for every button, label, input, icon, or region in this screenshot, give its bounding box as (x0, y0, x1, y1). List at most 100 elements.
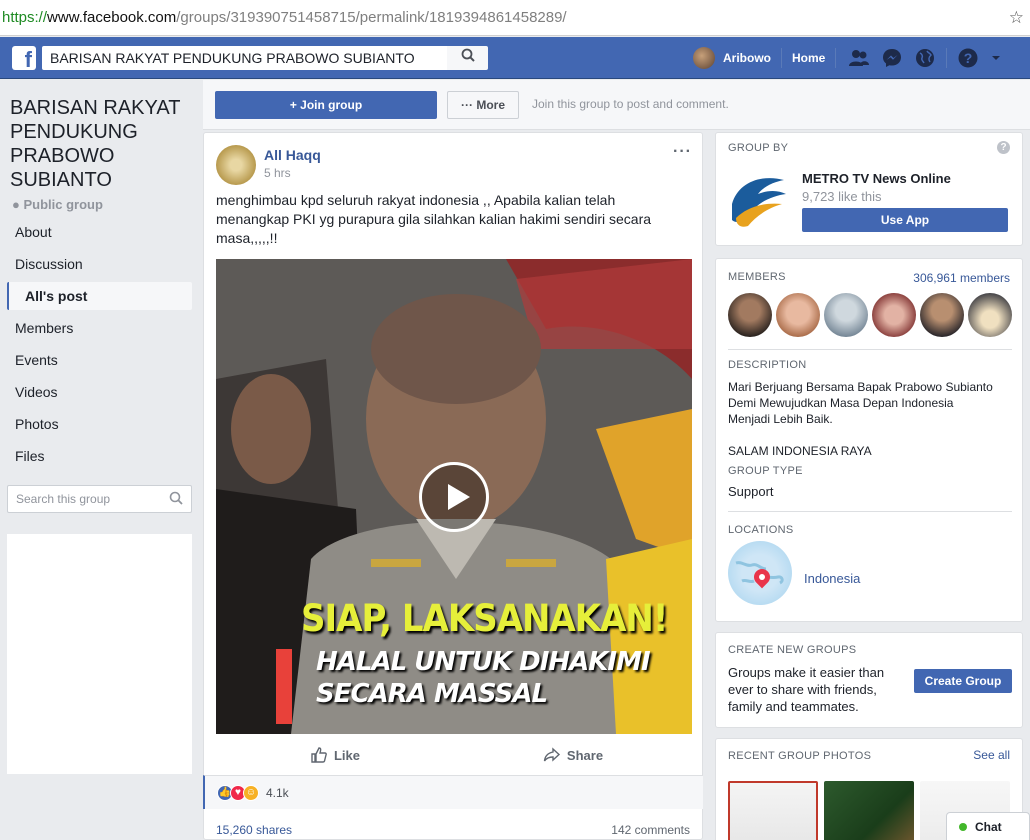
search-input[interactable]: BARISAN RAKYAT PENDUKUNG PRABOWO SUBIANT… (42, 46, 447, 70)
chat-button[interactable]: Chat (946, 812, 1030, 840)
reactions-bar[interactable]: 👍 ♥ ☺ 4.1k (203, 775, 703, 809)
group-nav: About Discussion All's post Members Even… (7, 218, 192, 474)
post-options-icon[interactable]: ··· (673, 143, 692, 161)
post-card: All Haqq 5 hrs ··· menghimbau kpd seluru… (203, 132, 703, 840)
divider (728, 511, 1012, 512)
group-by-card: GROUP BY ? METRO TV News Online 9,723 li… (715, 132, 1023, 246)
svg-text:?: ? (964, 50, 973, 66)
like-button[interactable]: Like (216, 739, 454, 771)
group-search-placeholder: Search this group (16, 492, 111, 506)
member-avatar[interactable] (920, 293, 964, 337)
comments-count[interactable]: 142 comments (611, 823, 690, 837)
facebook-logo[interactable]: f (12, 46, 36, 70)
thumbs-up-icon (311, 747, 327, 763)
group-title[interactable]: BARISAN RAKYAT PENDUKUNG PRABOWO SUBIANT… (10, 96, 190, 192)
group-type-value: Support (728, 484, 774, 499)
group-nav-videos[interactable]: Videos (7, 378, 192, 406)
description-text-2: SALAM INDONESIA RAYA (728, 444, 872, 458)
reactions-count[interactable]: 4.1k (266, 786, 289, 800)
group-nav-alls-post[interactable]: All's post (7, 282, 192, 310)
post-author[interactable]: All Haqq (264, 147, 321, 163)
profile-avatar[interactable] (693, 47, 715, 69)
help-icon[interactable]: ? (957, 47, 979, 69)
nav-separator (781, 48, 782, 68)
create-groups-heading: CREATE NEW GROUPS (728, 644, 857, 656)
see-all-link[interactable]: See all (973, 748, 1010, 762)
share-button[interactable]: Share (454, 739, 692, 771)
page-likes: 9,723 like this (802, 189, 882, 204)
play-button-icon[interactable] (419, 462, 489, 532)
recent-photo-thumb[interactable] (728, 781, 818, 840)
location-map-icon[interactable] (728, 541, 792, 605)
share-arrow-icon (543, 747, 560, 762)
group-nav-members[interactable]: Members (7, 314, 192, 342)
locations-heading: LOCATIONS (728, 524, 794, 536)
group-description: Mari Berjuang Bersama Bapak Prabowo Subi… (728, 379, 998, 459)
group-nav-photos[interactable]: Photos (7, 410, 192, 438)
description-text: Mari Berjuang Bersama Bapak Prabowo Subi… (728, 380, 993, 426)
url-path: /groups/319390751458715/permalink/181939… (176, 9, 567, 26)
about-card: MEMBERS 306,961 members DESCRIPTION Mari… (715, 258, 1023, 622)
page-name[interactable]: METRO TV News Online (802, 171, 951, 186)
post-video[interactable]: SIAP, LAKSANAKAN! HALAL UNTUK DIHAKIMI S… (216, 259, 692, 734)
metro-tv-logo-icon[interactable] (728, 168, 790, 230)
join-hint: Join this group to post and comment. (532, 97, 729, 111)
friend-requests-icon[interactable] (848, 47, 870, 69)
nav-separator (835, 48, 837, 68)
member-avatar[interactable] (776, 293, 820, 337)
join-group-button[interactable]: + Join group (215, 91, 437, 119)
create-group-card: CREATE NEW GROUPS Groups make it easier … (715, 632, 1023, 728)
home-link[interactable]: Home (792, 51, 825, 65)
recent-photos-heading: RECENT GROUP PHOTOS (728, 750, 872, 762)
globe-icon: ● (12, 197, 24, 212)
post-timestamp[interactable]: 5 hrs (264, 166, 291, 180)
nav-separator (946, 48, 948, 68)
member-avatar[interactable] (872, 293, 916, 337)
group-privacy: ● Public group (12, 197, 103, 212)
description-heading: DESCRIPTION (728, 359, 807, 371)
shares-count[interactable]: 15,260 shares (216, 823, 292, 837)
recent-photo-thumb[interactable] (824, 781, 914, 840)
group-by-heading: GROUP BY (728, 142, 789, 154)
url-host: www.facebook.com (47, 9, 177, 26)
messenger-icon[interactable] (881, 47, 903, 69)
video-caption-2: HALAL UNTUK DIHAKIMI (316, 647, 651, 677)
help-icon[interactable]: ? (997, 141, 1010, 154)
members-heading: MEMBERS (728, 271, 786, 283)
member-avatar[interactable] (728, 293, 772, 337)
member-avatar[interactable] (824, 293, 868, 337)
members-count-link[interactable]: 306,961 members (913, 271, 1010, 285)
location-link[interactable]: Indonesia (804, 571, 860, 586)
author-avatar[interactable] (216, 145, 256, 185)
notifications-globe-icon[interactable] (914, 47, 936, 69)
url-text[interactable]: https://www.facebook.com/groups/31939075… (2, 9, 567, 26)
divider (728, 349, 1012, 350)
group-nav-discussion[interactable]: Discussion (7, 250, 192, 278)
account-menu-caret-icon[interactable] (990, 47, 1002, 69)
group-nav-files[interactable]: Files (7, 442, 192, 470)
search-icon[interactable] (169, 488, 183, 514)
member-avatars (728, 293, 1016, 337)
member-avatar[interactable] (968, 293, 1012, 337)
online-status-icon (959, 822, 967, 831)
haha-reaction-icon: ☺ (243, 784, 259, 801)
more-button[interactable]: ··· More (447, 91, 519, 119)
facebook-top-bar: f BARISAN RAKYAT PENDUKUNG PRABOWO SUBIA… (0, 37, 1030, 79)
create-groups-text: Groups make it easier than ever to share… (728, 665, 885, 714)
browser-url-bar[interactable]: https://www.facebook.com/groups/31939075… (0, 0, 1030, 36)
group-nav-events[interactable]: Events (7, 346, 192, 374)
search-button[interactable] (447, 46, 488, 70)
create-group-button[interactable]: Create Group (914, 669, 1012, 693)
group-type-heading: GROUP TYPE (728, 465, 803, 477)
search-icon (461, 48, 475, 62)
header-nav: Aribowo Home ? (693, 46, 1002, 70)
post-text: menghimbau kpd seluruh rakyat indonesia … (216, 192, 652, 246)
share-label: Share (566, 747, 604, 763)
group-nav-about[interactable]: About (7, 218, 192, 246)
profile-name-link[interactable]: Aribowo (723, 51, 771, 65)
bookmark-star-icon[interactable]: ☆ (1009, 8, 1024, 28)
url-scheme: https:// (2, 9, 48, 26)
post-actions: Like Share (216, 739, 692, 771)
group-search-input[interactable]: Search this group (7, 485, 192, 513)
use-app-button[interactable]: Use App (802, 208, 1008, 232)
